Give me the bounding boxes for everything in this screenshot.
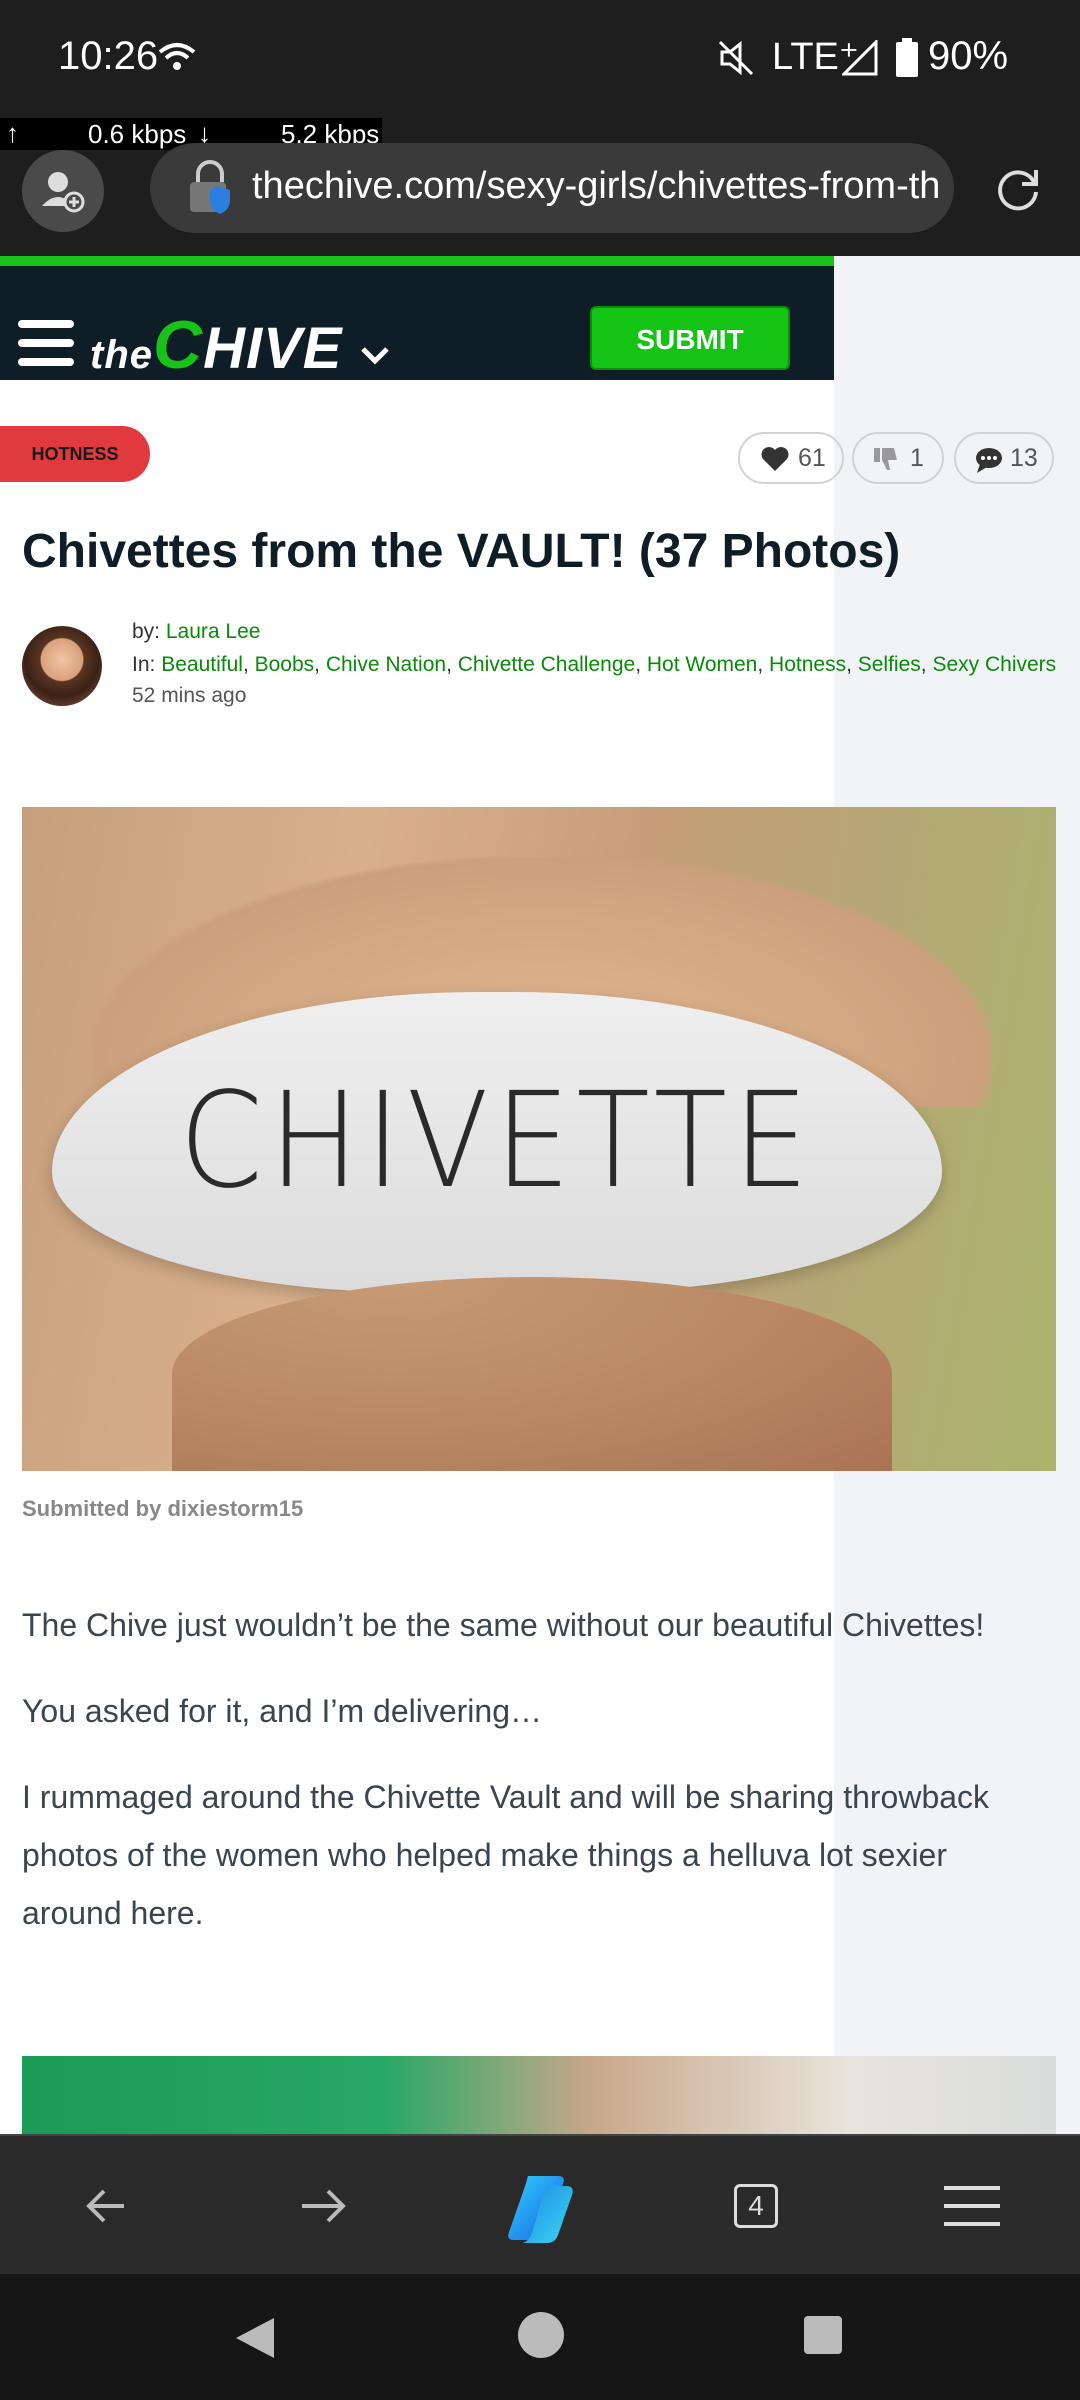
- profile-icon: [42, 172, 85, 213]
- article-title: Chivettes from the VAULT! (37 Photos): [22, 525, 901, 578]
- signal-icon: [842, 40, 878, 76]
- site-header: theCHIVE SUBMIT: [0, 256, 834, 383]
- category-link[interactable]: Selfies: [858, 653, 921, 676]
- author-link[interactable]: Laura Lee: [166, 620, 261, 643]
- dislike-count: 1: [910, 444, 924, 472]
- tab-switcher-button[interactable]: 4: [734, 2184, 778, 2228]
- nav-home-button[interactable]: [518, 2312, 564, 2358]
- thumbs-down-icon: [874, 448, 897, 470]
- category-link[interactable]: Beautiful: [161, 653, 243, 676]
- url-text[interactable]: thechive.com/sexy-girls/chivettes-from-t…: [252, 165, 952, 208]
- article-paragraph: I rummaged around the Chivette Vault and…: [22, 1779, 990, 1931]
- hamburger-menu-icon[interactable]: [18, 320, 74, 366]
- category-link[interactable]: Sexy Chivers: [932, 653, 1056, 676]
- byline: by: Laura Lee: [132, 620, 260, 644]
- battery-level: 90%: [928, 34, 1009, 78]
- upload-speed: 0.6 kbps: [88, 119, 187, 149]
- nav-recents-button[interactable]: [804, 2316, 842, 2354]
- comments-button[interactable]: 13: [954, 432, 1054, 484]
- article-paragraph: The Chive just wouldn’t be the same with…: [22, 1607, 985, 1643]
- web-page: theCHIVE SUBMIT HOTNESS 61 1 13 Chivette…: [0, 256, 1080, 2134]
- browser-toolbar: 4: [0, 2134, 1080, 2276]
- article-photo[interactable]: [22, 2056, 1056, 2134]
- photo-lower-area: [172, 1277, 892, 1471]
- chevron-down-icon[interactable]: [360, 346, 390, 366]
- like-count: 61: [798, 444, 826, 472]
- comment-count: 13: [1010, 444, 1038, 472]
- copilot-icon[interactable]: [498, 2172, 582, 2244]
- browser-menu-icon[interactable]: [944, 2186, 1000, 2226]
- logo-the: the: [90, 333, 153, 377]
- logo-c: C: [153, 307, 204, 383]
- photo-shirt-text: CHIVETTE: [179, 1065, 815, 1218]
- category-link[interactable]: Chive Nation: [326, 653, 446, 676]
- post-time: 52 mins ago: [132, 684, 247, 707]
- author-avatar[interactable]: [22, 626, 102, 706]
- category-link[interactable]: Boobs: [255, 653, 315, 676]
- article-paragraph: You asked for it, and I’m delivering…: [22, 1693, 542, 1729]
- battery-icon: [896, 38, 918, 77]
- category-list-prefix: In:: [132, 653, 156, 676]
- profile-button[interactable]: [22, 150, 104, 232]
- status-bar: 10:26 LTE⁺ 90%: [0, 0, 1080, 118]
- site-logo[interactable]: theCHIVE: [90, 306, 342, 384]
- article-photo[interactable]: CHIVETTE: [22, 807, 1056, 1471]
- like-button[interactable]: 61: [738, 432, 844, 484]
- clock: 10:26: [58, 34, 159, 78]
- system-navigation-bar: [0, 2274, 1080, 2400]
- dislike-button[interactable]: 1: [852, 432, 944, 484]
- comment-icon: [976, 448, 1002, 473]
- category-link[interactable]: Hot Women: [647, 653, 758, 676]
- category-list: In: Beautiful, Boobs, Chive Nation, Chiv…: [132, 653, 1057, 676]
- category-badge[interactable]: HOTNESS: [0, 426, 150, 482]
- nav-back-icon[interactable]: [234, 2316, 276, 2360]
- wifi-icon: [158, 43, 196, 70]
- submit-button[interactable]: SUBMIT: [590, 306, 790, 370]
- category-link[interactable]: Chivette Challenge: [458, 653, 635, 676]
- back-arrow-icon[interactable]: [84, 2186, 128, 2226]
- reload-icon[interactable]: [990, 160, 1046, 216]
- lock-icon[interactable]: [186, 160, 238, 216]
- forward-arrow-icon[interactable]: [298, 2186, 348, 2226]
- category-link[interactable]: Hotness: [769, 653, 846, 676]
- mute-icon: [718, 40, 754, 76]
- logo-hive: HIVE: [203, 316, 343, 381]
- heart-icon: [761, 447, 789, 471]
- photo-credit: Submitted by dixiestorm15: [22, 1496, 304, 1521]
- upload-icon: ↑: [6, 118, 19, 148]
- byline-prefix: by:: [132, 620, 161, 643]
